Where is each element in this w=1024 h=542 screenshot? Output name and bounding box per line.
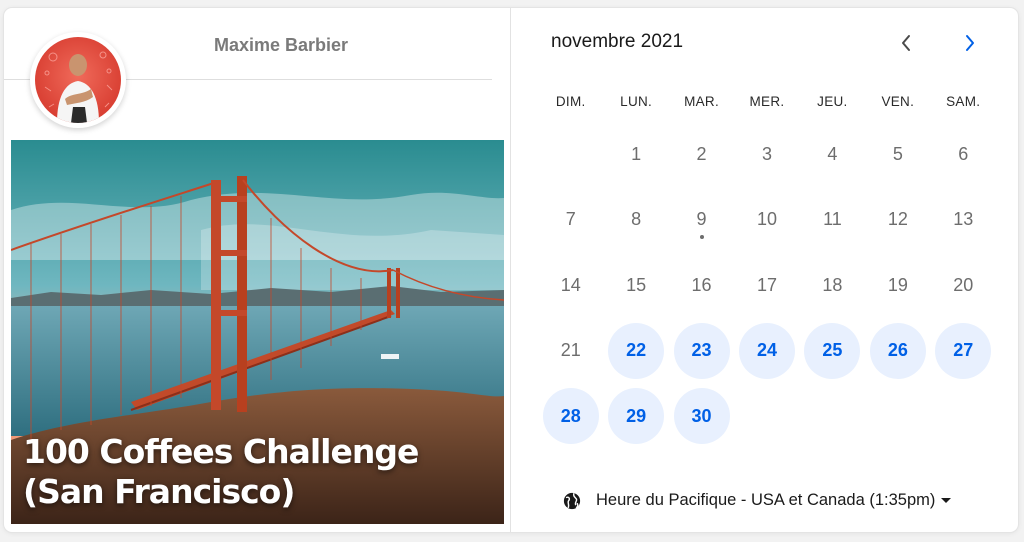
weekday-label: DIM. [555,94,586,109]
day-number: 30 [691,405,712,426]
day-number: 9 [696,209,707,229]
timezone-label: Heure du Pacifique - USA et Canada (1:35… [596,491,936,509]
day-number: 19 [887,274,908,295]
day-3: 3 [739,126,795,182]
weekday-label: SAM. [946,94,981,109]
day-12: 12 [870,192,926,248]
day-number: 1 [631,143,642,164]
weekday-label: LUN. [620,94,653,109]
day-11: 11 [804,192,860,248]
day-29[interactable]: 29 [608,388,665,444]
prev-month-button[interactable] [893,30,919,56]
day-number: 10 [756,209,778,229]
day-number: 20 [953,274,974,295]
day-number: 7 [565,209,576,229]
day-number: 24 [756,340,778,360]
day-20: 20 [935,257,991,313]
day-number: 11 [823,209,842,229]
avatar [30,32,126,128]
booking-card: Maxime Barbier 100 Coffees Challenge (Sa… [4,8,1018,532]
day-25[interactable]: 25 [804,322,861,379]
date-picker: novembre 2021 DIM. LUN. MAR. MER. JEU. V… [511,8,1018,532]
day-6: 6 [935,126,991,182]
day-26[interactable]: 26 [869,322,926,379]
next-month-button[interactable] [957,30,983,56]
day-27[interactable]: 27 [935,322,992,379]
weekday-header: DIM. LUN. MAR. MER. JEU. VEN. SAM. [538,94,996,109]
today-indicator [699,234,704,239]
day-number: 15 [626,274,647,295]
globe-icon [563,492,581,509]
day-1: 1 [608,126,664,182]
day-number: 4 [827,143,838,164]
day-13: 13 [935,192,991,248]
event-title: 100 Coffees Challenge (San Francisco) [23,432,493,512]
day-number: 18 [822,274,843,295]
day-9: 9 [674,192,730,248]
timezone-selector[interactable]: Heure du Pacifique - USA et Canada (1:35… [563,491,952,510]
day-number: 25 [822,340,843,360]
chevron-left-icon [902,35,910,51]
day-2: 2 [674,126,730,182]
caret-down-icon [941,498,952,503]
event-details-pane: Maxime Barbier 100 Coffees Challenge (Sa… [4,8,510,532]
day-number: 27 [953,340,974,360]
day-number: 26 [887,340,908,360]
day-number: 29 [626,405,647,426]
event-cover-image: 100 Coffees Challenge (San Francisco) [11,140,504,524]
day-5: 5 [870,126,926,182]
day-4: 4 [804,126,860,182]
day-number: 16 [691,274,712,295]
day-22[interactable]: 22 [608,322,665,379]
day-number: 12 [887,209,908,229]
day-10: 10 [739,192,795,248]
day-18: 18 [804,257,860,313]
day-7: 7 [543,192,599,248]
weekday-label: MAR. [684,94,720,109]
day-number: 3 [761,143,772,164]
event-title-line1: 100 Coffees Challenge [23,432,419,471]
day-15: 15 [608,257,664,313]
day-number: 14 [560,274,581,295]
day-19: 19 [870,257,926,313]
day-28[interactable]: 28 [542,388,599,444]
day-number: 17 [756,274,778,295]
day-number: 21 [560,340,581,360]
day-23[interactable]: 23 [673,322,730,379]
weekday-label: MER. [749,94,785,109]
day-number: 2 [696,143,707,164]
day-16: 16 [674,257,730,313]
day-30[interactable]: 30 [673,388,730,444]
weekday-label: VEN. [881,94,915,109]
day-21: 21 [543,323,599,379]
day-number: 6 [958,143,969,164]
day-number: 22 [626,340,647,360]
day-17: 17 [739,257,795,313]
chevron-right-icon [966,35,974,51]
day-number: 13 [953,209,974,229]
day-8: 8 [608,192,664,248]
day-number: 23 [691,340,712,360]
day-number: 5 [892,143,903,164]
day-24[interactable]: 24 [739,322,795,379]
month-label: novembre 2021 [551,31,684,52]
event-title-line2: (San Francisco) [23,472,295,511]
day-14: 14 [543,257,599,313]
host-name: Maxime Barbier [214,35,349,55]
day-number: 8 [631,209,642,229]
weekday-label: JEU. [817,94,848,109]
day-number: 28 [560,405,581,426]
